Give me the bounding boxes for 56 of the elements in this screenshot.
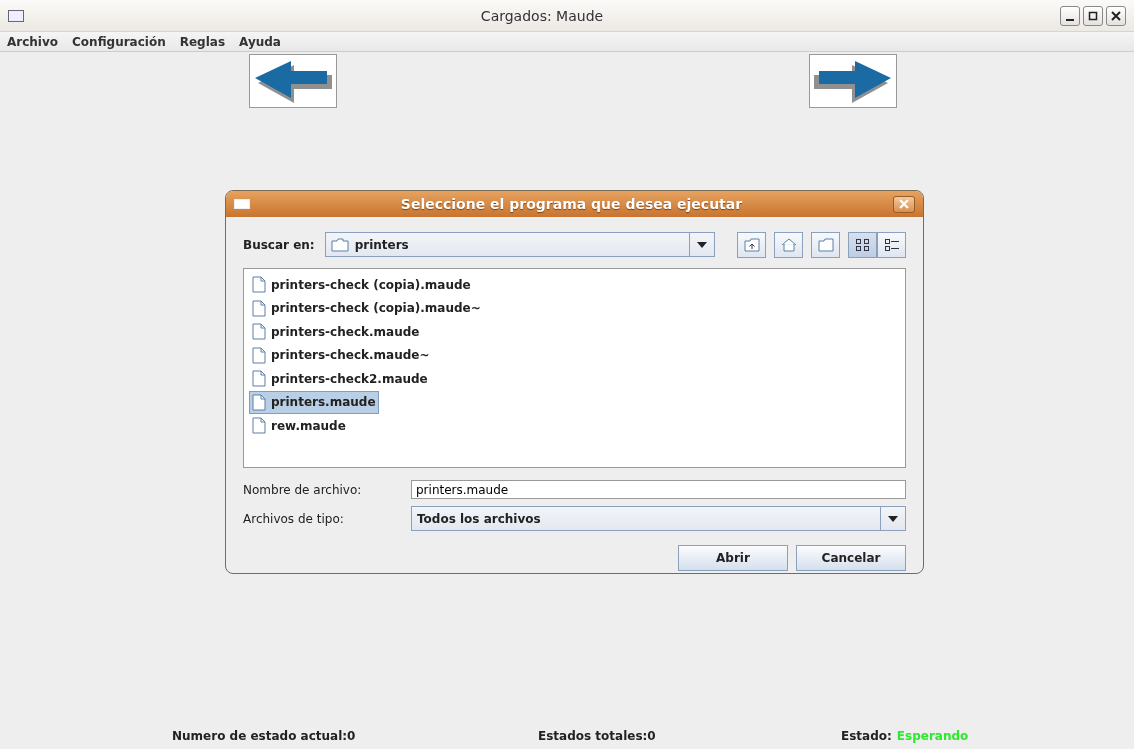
file-item[interactable]: printers-check (copia).maude: [249, 273, 474, 297]
file-type-label: Archivos de tipo:: [243, 511, 345, 526]
folder-icon: [817, 237, 834, 252]
grid-icon: [854, 237, 871, 252]
file-item[interactable]: printers-check (copia).maude~: [249, 296, 484, 320]
new-folder-button[interactable]: [811, 231, 840, 258]
cancel-button[interactable]: Cancelar: [796, 545, 906, 571]
current-state-text: Numero de estado actual:0: [172, 728, 357, 743]
forward-button[interactable]: [809, 54, 897, 108]
back-button[interactable]: [249, 54, 337, 108]
file-item[interactable]: printers-check.maude: [249, 320, 423, 344]
file-icon: [252, 299, 266, 317]
caret-icon: [697, 241, 707, 248]
file-item[interactable]: printers-check2.maude: [249, 367, 431, 391]
list-view-button[interactable]: [848, 231, 877, 258]
file-type-dropdown[interactable]: Todos los archivos: [411, 506, 906, 531]
folder-icon: [330, 237, 349, 252]
menu-item[interactable]: Reglas: [179, 34, 226, 49]
menu-item[interactable]: Archivo: [7, 34, 59, 49]
close-button[interactable]: [1106, 5, 1126, 26]
up-folder-icon: [743, 237, 760, 252]
file-item[interactable]: printers.maude: [249, 390, 379, 414]
file-item[interactable]: printers-check.maude~: [249, 343, 433, 367]
total-states-text: Estados totales:0: [538, 728, 657, 743]
file-name-field[interactable]: printers.maude: [411, 480, 906, 499]
maximize-button[interactable]: [1083, 5, 1103, 26]
folder-dropdown[interactable]: printers: [324, 232, 715, 257]
open-button[interactable]: Abrir: [678, 545, 788, 571]
file-icon: [252, 346, 266, 364]
minimize-icon: [1066, 18, 1074, 21]
close-icon: [899, 199, 909, 209]
menu-item[interactable]: Ayuda: [239, 34, 281, 49]
maximize-icon: [1088, 10, 1098, 21]
file-icon: [252, 393, 266, 411]
close-icon: [1111, 10, 1121, 21]
menu-item[interactable]: Configuración: [72, 34, 166, 49]
file-icon: [252, 323, 266, 341]
caret-icon: [888, 515, 898, 522]
dialog-title: Seleccione el programa que desea ejecutar: [399, 196, 744, 212]
look-in-label: Buscar en:: [243, 237, 315, 252]
state-value: Esperando: [896, 728, 969, 743]
window-title: Cargados: Maude: [479, 7, 605, 24]
state-label: Estado:: [841, 728, 892, 743]
home-button[interactable]: [774, 231, 803, 258]
file-icon: [252, 276, 266, 294]
file-icon: [252, 417, 266, 435]
details-view-button[interactable]: [877, 231, 906, 258]
file-name-label: Nombre de archivo:: [243, 482, 363, 497]
minimize-button[interactable]: [1060, 5, 1080, 26]
window-icon: [8, 9, 24, 22]
window-icon: [234, 199, 250, 209]
file-item[interactable]: rew.maude: [249, 414, 349, 438]
file-icon: [252, 370, 266, 388]
up-folder-button[interactable]: [737, 231, 766, 258]
home-icon: [780, 237, 797, 252]
list-icon: [883, 237, 900, 252]
